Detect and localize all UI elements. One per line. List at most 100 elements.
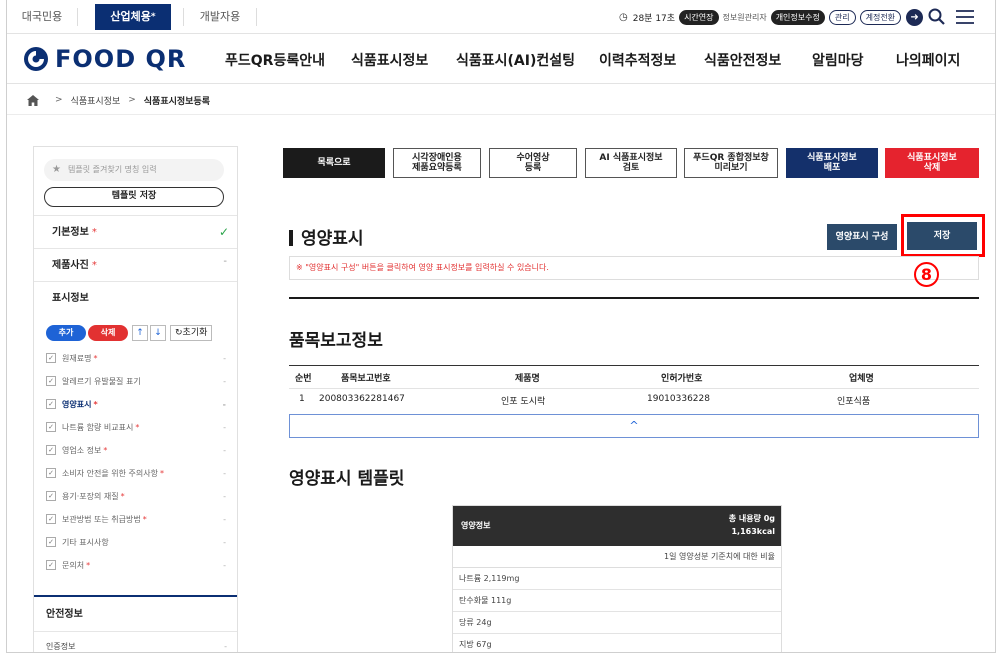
checkbox[interactable]: ✓ <box>46 537 56 547</box>
cell-company: 인포식품 <box>837 397 871 407</box>
title-accent-bar <box>289 230 293 246</box>
logo-text: FOOD QR <box>55 45 187 73</box>
logo-mark-icon <box>24 47 48 71</box>
item-label: 기타 표시사항 <box>62 537 109 547</box>
save-button[interactable]: 저장 <box>907 222 977 250</box>
breadcrumb: > 식품표시정보 > 식품표시정보등록 <box>27 92 210 108</box>
sidebar-item-other[interactable]: ✓ 기타 표시사항 - <box>46 534 226 550</box>
checkbox[interactable]: ✓ <box>46 353 56 363</box>
clock-icon: ◷ <box>619 11 628 23</box>
chevron-up-icon: ^ <box>629 419 639 432</box>
extend-session-button[interactable]: 시간연장 <box>679 9 719 25</box>
sidebar-section-photo[interactable]: 제품사진 * - <box>34 248 237 281</box>
sidebar-section-basic[interactable]: 기본정보 * ✓ <box>34 215 237 248</box>
move-down-button[interactable]: ↓ <box>150 325 166 341</box>
status-dash: - <box>223 491 226 501</box>
sidebar-item-safety-caution[interactable]: ✓ 소비자 안전을 위한 주의사항 * - <box>46 465 226 481</box>
item-label: 용기·포장의 재질 <box>62 491 119 501</box>
cell-license-no: 19010336228 <box>647 394 710 404</box>
checkbox[interactable]: ✓ <box>46 445 56 455</box>
status-dash: - <box>223 422 226 432</box>
nav-ai-consulting[interactable]: 식품표시(AI)컨설팅 <box>456 50 575 70</box>
sidebar-section-safety[interactable]: 안전정보 <box>34 595 237 631</box>
checkbox[interactable]: ✓ <box>46 422 56 432</box>
tab-citizen[interactable]: 대국민용 <box>7 4 77 30</box>
logout-icon[interactable]: ➜ <box>906 8 924 26</box>
required-mark: * <box>91 260 97 271</box>
sidebar-item-raw-materials[interactable]: ✓ 원재료명 * - <box>46 350 226 366</box>
manage-button[interactable]: 관리 <box>828 9 856 25</box>
sidebar-item-sodium[interactable]: ✓ 나트륨 함량 비교표시 * - <box>46 419 226 435</box>
sidebar-item-business-info[interactable]: ✓ 영업소 정보 * - <box>46 442 226 458</box>
breadcrumb-food-label[interactable]: 식품표시정보 <box>71 94 121 107</box>
tab-developer-label: 개발자용 <box>199 10 241 23</box>
back-to-list-button[interactable]: 목록으로 <box>283 148 385 178</box>
nutrition-label-title: 영양정보 <box>461 521 491 530</box>
ai-review-button[interactable]: AI 식품표시정보 검토 <box>585 148 677 178</box>
status-dash: - <box>223 468 226 478</box>
breadcrumb-separator: > <box>128 95 136 105</box>
status-dash: - <box>223 256 227 267</box>
move-up-button[interactable]: ↑ <box>132 325 148 341</box>
sidebar-item-contact[interactable]: ✓ 문의처 * - <box>46 557 226 573</box>
sidebar-item-packaging[interactable]: ✓ 용기·포장의 재질 * - <box>46 488 226 504</box>
sidebar-item-storage[interactable]: ✓ 보관방법 또는 취급방법 * - <box>46 511 226 527</box>
delete-item-button[interactable]: 삭제 <box>88 325 128 341</box>
nav-notice[interactable]: 알림마당 <box>812 50 864 70</box>
template-save-button[interactable]: 템플릿 저장 <box>44 187 224 207</box>
section-label: 기본정보 <box>52 227 89 238</box>
tab-developer[interactable]: 개발자용 <box>185 4 255 30</box>
table-row[interactable]: 1 200803362281467 인포 도시락 19010336228 인포식… <box>289 388 979 410</box>
checkbox[interactable]: ✓ <box>46 491 56 501</box>
tab-industry-star: * <box>150 12 156 22</box>
required-mark: * <box>93 353 98 363</box>
switch-account-button[interactable]: 계정전환 <box>859 9 902 25</box>
edit-info-button[interactable]: 개인정보수정 <box>770 9 825 25</box>
search-icon[interactable] <box>927 7 947 27</box>
checkbox[interactable]: ✓ <box>46 560 56 570</box>
item-label: 문의처 <box>62 560 85 570</box>
sidebar-item-certification[interactable]: 인증정보 - <box>34 631 237 652</box>
nav-traceability[interactable]: 이력추적정보 <box>599 50 676 70</box>
required-mark: * <box>86 560 91 570</box>
collapse-button[interactable]: ^ <box>289 414 979 438</box>
session-time: 28분 17초 <box>632 13 676 24</box>
nav-food-label-info[interactable]: 식품표시정보 <box>351 50 428 70</box>
checkbox[interactable]: ✓ <box>46 468 56 478</box>
hamburger-menu-icon[interactable] <box>956 10 974 24</box>
register-sign-video-button[interactable]: 수어영상 등록 <box>489 148 577 178</box>
nav-my-page[interactable]: 나의페이지 <box>896 50 960 70</box>
register-summary-button[interactable]: 시각장애인용 제품요약등록 <box>393 148 481 178</box>
required-mark: * <box>120 491 125 501</box>
col-seq: 순번 <box>295 374 312 384</box>
checkbox[interactable]: ✓ <box>46 399 56 409</box>
col-license-no: 인허가번호 <box>661 374 703 384</box>
required-mark: * <box>159 468 164 478</box>
add-item-button[interactable]: 추가 <box>46 325 86 341</box>
sidebar-item-allergens[interactable]: ✓ 알레르기 유발물질 표기 - <box>46 373 226 389</box>
sidebar-section-display[interactable]: 표시정보 <box>34 281 237 314</box>
cell-report-no: 200803362281467 <box>319 394 405 404</box>
nutrition-title-text: 영양표시 <box>301 229 364 249</box>
status-dash: - <box>223 537 226 547</box>
reset-button[interactable]: ↻초기화 <box>170 325 213 341</box>
item-label: 알레르기 유발물질 표기 <box>62 376 141 386</box>
tab-industry[interactable]: 산업체용* <box>95 4 171 30</box>
status-dash: - <box>223 514 226 524</box>
template-search-input[interactable]: ★ 템플릿 즐겨찾기 명칭 입력 <box>44 159 224 181</box>
preview-button[interactable]: 푸드QR 종합정보창 미리보기 <box>684 148 778 178</box>
delete-label-button[interactable]: 식품표시정보 삭제 <box>885 148 979 178</box>
compose-nutrition-button[interactable]: 영양표시 구성 <box>827 224 897 250</box>
checkbox[interactable]: ✓ <box>46 514 56 524</box>
item-toolbar: 추가 삭제 ↑ ↓ ↻초기화 <box>46 325 213 341</box>
nav-foodqr-guide[interactable]: 푸드QR등록안내 <box>225 50 325 70</box>
nav-food-safety[interactable]: 식품안전정보 <box>704 50 781 70</box>
checkbox[interactable]: ✓ <box>46 376 56 386</box>
deploy-button[interactable]: 식품표시정보 배포 <box>786 148 878 178</box>
sidebar-item-nutrition[interactable]: ✓ 영양표시 * - <box>46 396 226 412</box>
home-icon[interactable] <box>27 94 39 106</box>
sidebar: ★ 템플릿 즐겨찾기 명칭 입력 템플릿 저장 기본정보 * ✓ 제품사진 * - … <box>33 146 238 652</box>
site-logo[interactable]: FOOD QR <box>23 45 186 73</box>
user-role-label: 정보원관리자 <box>722 12 767 22</box>
nutrition-total: 총 내용량 0g 1,163kcal <box>729 512 775 538</box>
